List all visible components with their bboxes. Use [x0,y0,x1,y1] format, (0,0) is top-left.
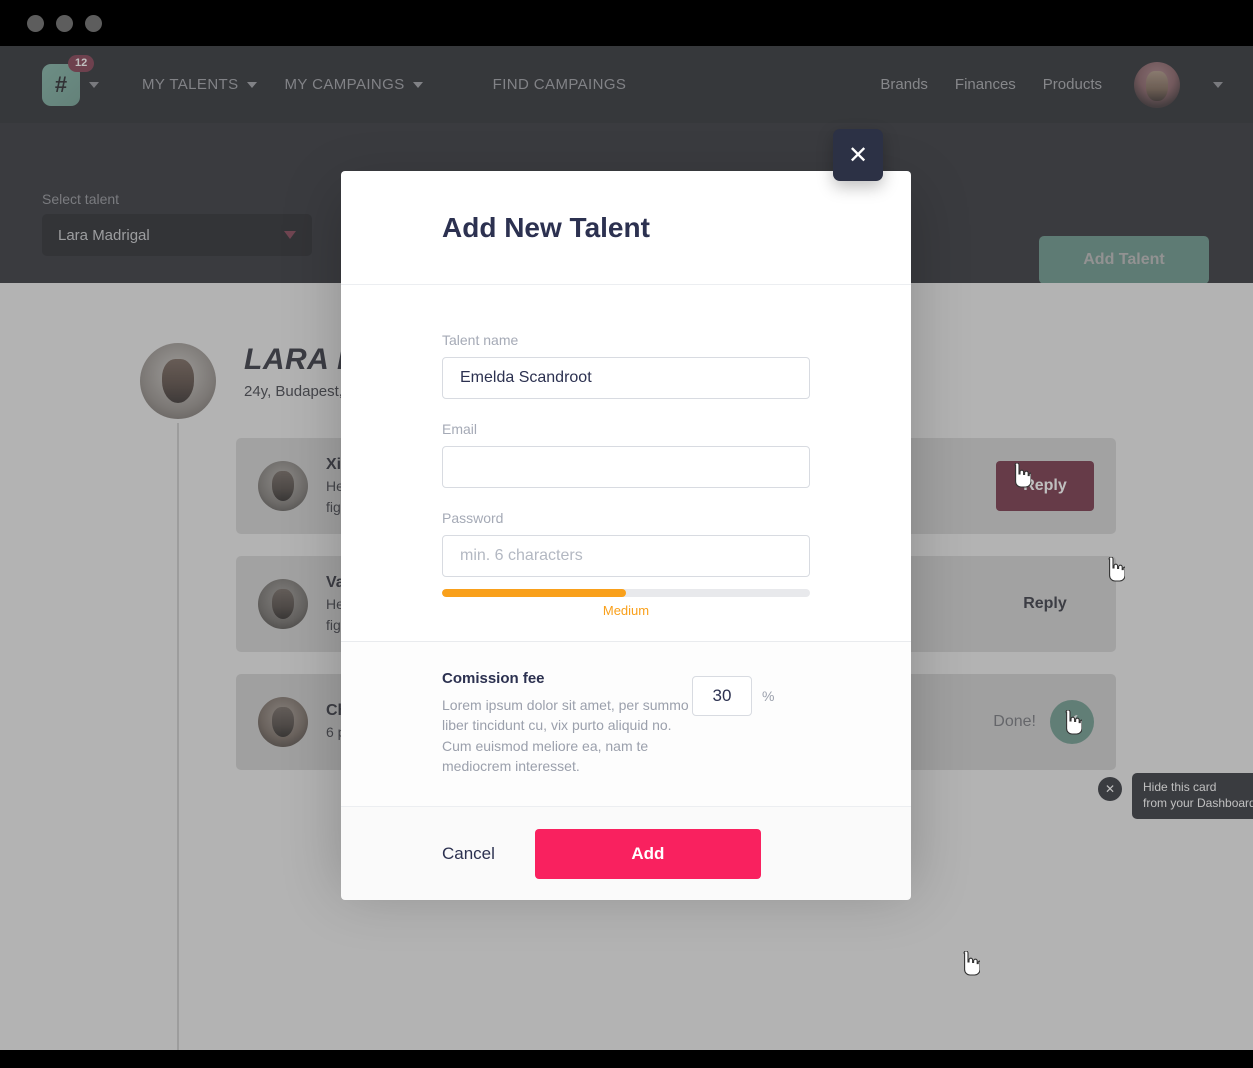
percent-symbol: % [762,688,775,704]
email-input[interactable] [442,446,810,488]
talent-name-field-group: Talent name [442,332,810,399]
select-talent-label: Select talent [42,191,120,207]
timeline-divider [177,423,179,1050]
chevron-down-icon [284,231,296,239]
commission-input-group: % [692,676,774,716]
nav-item-my-campaings[interactable]: MY CAMPAINGS [285,76,423,93]
talent-name-label: Talent name [442,332,519,348]
talent-select-value: Lara Madrigal [58,226,150,244]
add-new-talent-modal: ✕ Add New Talent Talent name Email Passw… [341,129,911,901]
commission-text: Comission fee Lorem ipsum dolor sit amet… [442,670,692,776]
nav-item-my-talents-label: MY TALENTS [142,76,239,93]
avatar [258,579,308,629]
password-strength-label: Medium [602,603,650,618]
nav-link-brands[interactable]: Brands [880,76,928,93]
logo-area[interactable]: # 12 [42,54,99,106]
cancel-button[interactable]: Cancel [442,844,495,864]
email-field-group: Email [442,421,810,488]
modal-title: Add New Talent [442,211,650,243]
chevron-down-icon [412,81,423,88]
hide-card-tooltip: Hide this card from your Dashboard [1132,773,1253,819]
reply-button[interactable]: Reply [996,579,1094,629]
password-label: Password [442,510,504,526]
commission-description: Lorem ipsum dolor sit amet, per summo li… [442,697,689,774]
app-viewport: # 12 MY TALENTS MY CAMPAINGS FIND CAMPAI… [0,46,1253,1050]
modal-footer: Cancel Add [341,806,911,901]
modal-header: Add New Talent [341,171,911,285]
notification-badge: 12 [68,54,95,72]
profile-avatar [140,343,216,419]
avatar [258,461,308,511]
nav-item-my-talents[interactable]: MY TALENTS [142,76,257,93]
nav-link-products[interactable]: Products [1043,76,1102,93]
nav-item-my-campaings-label: MY CAMPAINGS [284,76,405,93]
check-icon-button[interactable]: ✓ [1050,700,1094,744]
nav-menu: MY TALENTS MY CAMPAINGS FIND CAMPAINGS [142,76,626,93]
hide-card-close-icon[interactable]: ✕ [1098,777,1122,801]
navbar: # 12 MY TALENTS MY CAMPAINGS FIND CAMPAI… [0,46,1253,123]
tooltip-line-2: from your Dashboard [1143,795,1253,810]
password-strength-fill [442,589,626,597]
add-talent-button[interactable]: Add Talent [1039,236,1209,284]
tooltip-line-1: Hide this card [1143,780,1217,794]
talent-name-input[interactable] [442,357,810,399]
close-icon-button[interactable]: ✕ [833,129,883,181]
nav-item-find-campaings-label: FIND CAMPAINGS [492,76,627,93]
talent-select-dropdown[interactable]: Lara Madrigal [42,214,312,256]
chevron-down-icon[interactable] [89,81,99,88]
commission-fee-section: Comission fee Lorem ipsum dolor sit amet… [341,641,911,807]
window-titlebar [0,0,1253,46]
password-input[interactable] [442,535,810,577]
nav-item-find-campaings[interactable]: FIND CAMPAINGS [493,76,627,93]
chevron-down-icon [246,81,257,88]
window-maximize-dot[interactable] [85,14,102,32]
commission-fee-input[interactable] [692,676,752,716]
modal-body: Talent name Email Password Medium [341,285,911,618]
chevron-down-icon[interactable] [1213,81,1223,88]
password-strength-bar [442,589,810,597]
user-avatar[interactable] [1134,61,1180,108]
nav-link-finances[interactable]: Finances [955,76,1016,93]
add-button[interactable]: Add [534,828,761,879]
window-minimize-dot[interactable] [56,14,73,32]
email-label: Email [442,421,478,437]
reply-button[interactable]: Reply [996,461,1094,511]
password-field-group: Password Medium [442,510,810,618]
done-label: Done! [993,713,1036,730]
nav-right-group: Brands Finances Products [880,61,1223,108]
window-close-dot[interactable] [27,14,44,32]
commission-title: Comission fee [442,670,545,687]
avatar [258,697,308,747]
browser-window: # 12 MY TALENTS MY CAMPAINGS FIND CAMPAI… [0,0,1253,1068]
